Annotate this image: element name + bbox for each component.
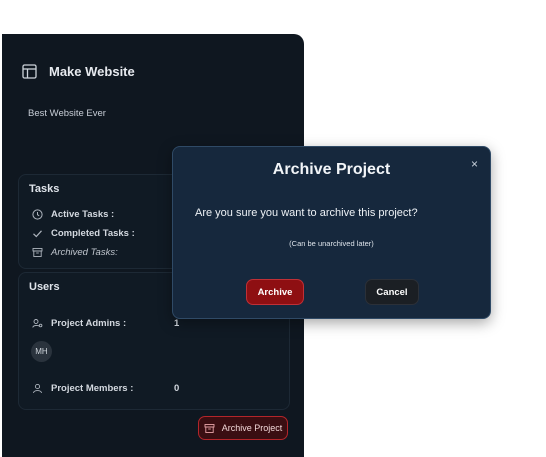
project-members-count: 0 (174, 383, 180, 394)
close-icon[interactable]: × (471, 157, 478, 171)
completed-tasks-row: Completed Tasks : (31, 227, 135, 239)
project-header: Make Website (22, 64, 135, 79)
dialog-title: Archive Project (272, 161, 391, 178)
project-title: Make Website (49, 64, 135, 79)
archived-tasks-row: Archived Tasks: (31, 246, 118, 258)
clock-icon (31, 208, 43, 220)
check-icon (31, 227, 43, 239)
archive-project-label: Archive Project (221, 423, 283, 433)
dialog-subtext: (Can be unarchived later) (289, 239, 374, 248)
project-admins-label: Project Admins : (51, 317, 127, 329)
active-tasks-row: Active Tasks : (31, 208, 114, 220)
archive-icon (204, 422, 216, 434)
project-description: Best Website Ever (28, 108, 106, 119)
screen: Make Website Best Website Ever Tasks Act… (0, 0, 546, 457)
project-members-label: Project Members : (51, 382, 134, 394)
user-cog-icon (31, 317, 43, 329)
archived-tasks-label: Archived Tasks: (51, 246, 118, 258)
cancel-button[interactable]: Cancel (365, 279, 419, 305)
archive-project-dialog: Archive Project × Are you sure you want … (172, 146, 491, 319)
archive-icon (31, 246, 43, 258)
users-heading: Users (29, 281, 60, 293)
active-tasks-label: Active Tasks : (51, 208, 115, 220)
archive-project-button[interactable]: Archive Project (198, 416, 288, 440)
confirm-archive-button[interactable]: Archive (246, 279, 304, 305)
project-members-row: Project Members : (31, 382, 133, 394)
avatar[interactable]: MH (31, 341, 52, 362)
project-admins-row: Project Admins : (31, 317, 126, 329)
user-icon (31, 382, 43, 394)
tasks-heading: Tasks (29, 183, 60, 195)
dialog-message: Are you sure you want to archive this pr… (195, 207, 418, 219)
layout-icon (22, 64, 37, 79)
project-admins-count: 1 (174, 318, 180, 329)
completed-tasks-label: Completed Tasks : (51, 227, 135, 239)
